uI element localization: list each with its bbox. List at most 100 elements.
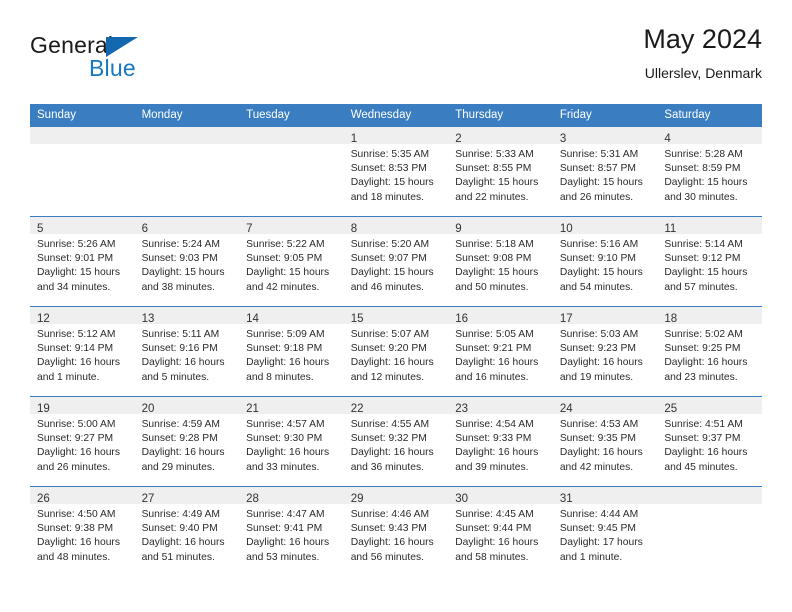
day-detail-line: Sunrise: 5:07 AM: [350, 329, 430, 340]
day-details: Sunrise: 5:31 AM Sunset: 8:57 PM Daylight:…: [553, 144, 658, 205]
calendar-day-cell[interactable]: 8 Sunrise: 5:20 AM Sunset: 9:07 PM Daylight…: [343, 216, 449, 307]
calendar-day-cell[interactable]: 20 Sunrise: 4:59 AM Sunset: 9:28 PM Dayligh…: [134, 396, 240, 487]
calendar-day-cell[interactable]: 14 Sunrise: 5:09 AM Sunset: 9:18 PM Dayligh…: [239, 306, 344, 397]
day-number: 10: [559, 223, 573, 235]
calendar-day-cell[interactable]: 16 Sunrise: 5:05 AM Sunset: 9:21 PM Dayligh…: [448, 306, 553, 397]
day-number-bar: 27: [134, 487, 240, 505]
day-number-bar: 16: [448, 307, 553, 325]
day-details: Sunrise: 5:12 AM Sunset: 9:14 PM Daylight:…: [30, 324, 135, 385]
day-detail-line: Sunrise: 4:51 AM: [664, 419, 743, 430]
day-detail-line: Sunset: 9:14 PM: [37, 343, 114, 355]
day-detail-line: Sunrise: 5:20 AM: [350, 239, 430, 250]
day-details: Sunrise: 4:44 AM Sunset: 9:45 PM Daylight:…: [553, 504, 658, 565]
calendar-day-cell[interactable]: 29 Sunrise: 4:46 AM Sunset: 9:43 PM Dayligh…: [343, 486, 449, 576]
calendar-day-cell[interactable]: 15 Sunrise: 5:07 AM Sunset: 9:20 PM Dayligh…: [343, 306, 449, 397]
day-detail-line: Sunset: 9:43 PM: [350, 523, 427, 535]
day-detail-line: and 56 minutes.: [350, 551, 424, 563]
day-detail-line: Sunset: 9:01 PM: [37, 253, 114, 265]
calendar-day-cell-empty: [657, 486, 762, 576]
calendar-day-cell[interactable]: 26 Sunrise: 4:50 AM Sunset: 9:38 PM Dayligh…: [30, 486, 135, 576]
calendar-day-cell[interactable]: 5 Sunrise: 5:26 AM Sunset: 9:01 PM Daylight…: [30, 216, 135, 307]
day-number: 3: [559, 133, 567, 145]
day-number-bar: 2: [448, 127, 553, 145]
calendar-day-cell[interactable]: 18 Sunrise: 5:02 AM Sunset: 9:25 PM Dayligh…: [657, 306, 762, 397]
calendar-day-cell[interactable]: 13 Sunrise: 5:11 AM Sunset: 9:16 PM Dayligh…: [134, 306, 240, 397]
day-detail-line: Daylight: 15 hours: [350, 177, 434, 189]
day-number-bar: 9: [448, 217, 553, 235]
calendar-day-cell[interactable]: 24 Sunrise: 4:53 AM Sunset: 9:35 PM Dayligh…: [552, 396, 658, 487]
calendar-day-cell[interactable]: 19 Sunrise: 5:00 AM Sunset: 9:27 PM Dayligh…: [30, 396, 135, 487]
day-detail-line: Sunrise: 4:46 AM: [350, 509, 430, 520]
day-detail-line: Sunrise: 4:45 AM: [455, 509, 534, 520]
day-detail-line: Daylight: 16 hours: [246, 357, 330, 369]
weekday-header-row: Sunday Monday Tuesday Wednesday Thursday…: [30, 104, 762, 127]
day-detail-line: Daylight: 16 hours: [559, 357, 643, 369]
day-details: Sunrise: 5:03 AM Sunset: 9:23 PM Daylight:…: [553, 324, 658, 385]
day-number: 8: [350, 223, 358, 235]
day-detail-line: Sunset: 9:37 PM: [664, 433, 741, 445]
day-detail-line: Sunrise: 5:12 AM: [37, 329, 116, 340]
day-details: Sunrise: 5:28 AM Sunset: 8:59 PM Daylight:…: [657, 144, 762, 205]
calendar-week-row: 26 Sunrise: 4:50 AM Sunset: 9:38 PM Dayligh…: [30, 486, 762, 576]
calendar-day-cell[interactable]: 25 Sunrise: 4:51 AM Sunset: 9:37 PM Dayligh…: [657, 396, 762, 487]
calendar-day-cell[interactable]: 6 Sunrise: 5:24 AM Sunset: 9:03 PM Daylight…: [134, 216, 240, 307]
calendar-day-cell[interactable]: 30 Sunrise: 4:45 AM Sunset: 9:44 PM Dayligh…: [448, 486, 553, 576]
day-number-bar: [239, 127, 344, 144]
day-detail-line: Sunrise: 4:53 AM: [559, 419, 639, 430]
calendar-day-cell[interactable]: 3 Sunrise: 5:31 AM Sunset: 8:57 PM Daylight…: [552, 126, 658, 217]
calendar-day-cell[interactable]: 2 Sunrise: 5:33 AM Sunset: 8:55 PM Daylight…: [448, 126, 553, 217]
day-detail-line: Sunrise: 4:59 AM: [141, 419, 220, 430]
day-detail-line: Sunrise: 5:28 AM: [664, 149, 743, 160]
weekday-header-thursday: Thursday: [448, 104, 553, 127]
day-details: Sunrise: 4:50 AM Sunset: 9:38 PM Daylight:…: [30, 504, 135, 565]
calendar-day-cell[interactable]: 28 Sunrise: 4:47 AM Sunset: 9:41 PM Dayligh…: [239, 486, 344, 576]
day-number-bar: 30: [448, 487, 553, 505]
day-detail-line: Sunset: 8:57 PM: [559, 163, 636, 175]
day-number: 13: [141, 313, 155, 325]
calendar-day-cell-empty: [30, 126, 135, 217]
calendar-day-cell[interactable]: 31 Sunrise: 4:44 AM Sunset: 9:45 PM Dayligh…: [552, 486, 658, 576]
day-detail-line: and 29 minutes.: [141, 461, 215, 473]
calendar-day-cell[interactable]: 23 Sunrise: 4:54 AM Sunset: 9:33 PM Dayligh…: [448, 396, 553, 487]
day-detail-line: and 42 minutes.: [246, 281, 320, 293]
day-detail-line: Daylight: 16 hours: [350, 447, 434, 459]
calendar-day-cell[interactable]: 9 Sunrise: 5:18 AM Sunset: 9:08 PM Daylight…: [448, 216, 553, 307]
logo-triangle-icon: [106, 37, 138, 57]
calendar-day-cell[interactable]: 22 Sunrise: 4:55 AM Sunset: 9:32 PM Dayligh…: [343, 396, 449, 487]
calendar-day-cell[interactable]: 1 Sunrise: 5:35 AM Sunset: 8:53 PM Daylight…: [343, 126, 449, 217]
day-detail-line: Sunset: 9:25 PM: [664, 343, 741, 355]
day-detail-line: Sunrise: 5:14 AM: [664, 239, 743, 250]
calendar-day-cell[interactable]: 7 Sunrise: 5:22 AM Sunset: 9:05 PM Daylight…: [239, 216, 344, 307]
day-details: Sunrise: 4:57 AM Sunset: 9:30 PM Daylight:…: [239, 414, 344, 475]
day-detail-line: Daylight: 16 hours: [37, 357, 120, 369]
day-detail-line: Daylight: 16 hours: [350, 537, 434, 549]
calendar-day-cell[interactable]: 21 Sunrise: 4:57 AM Sunset: 9:30 PM Dayligh…: [239, 396, 344, 487]
day-detail-line: Daylight: 16 hours: [559, 447, 643, 459]
day-number: 24: [559, 403, 573, 415]
day-detail-line: Daylight: 16 hours: [141, 537, 225, 549]
calendar-day-cell[interactable]: 4 Sunrise: 5:28 AM Sunset: 8:59 PM Daylight…: [657, 126, 762, 217]
day-number-bar: 8: [343, 217, 449, 235]
day-number-bar: 20: [134, 397, 240, 415]
day-detail-line: Sunset: 8:55 PM: [455, 163, 532, 175]
day-details: Sunrise: 5:24 AM Sunset: 9:03 PM Daylight:…: [135, 234, 240, 295]
calendar-day-cell[interactable]: 12 Sunrise: 5:12 AM Sunset: 9:14 PM Dayligh…: [30, 306, 135, 397]
day-number-bar: 19: [30, 397, 135, 415]
day-details: Sunrise: 5:26 AM Sunset: 9:01 PM Daylight:…: [30, 234, 135, 295]
day-detail-line: Sunset: 9:35 PM: [559, 433, 636, 445]
calendar-day-cell[interactable]: 27 Sunrise: 4:49 AM Sunset: 9:40 PM Dayligh…: [134, 486, 240, 576]
day-detail-line: Daylight: 15 hours: [559, 177, 643, 189]
day-detail-line: Daylight: 15 hours: [664, 267, 748, 279]
calendar-grid: Sunday Monday Tuesday Wednesday Thursday…: [30, 104, 762, 576]
weekday-header-wednesday: Wednesday: [343, 104, 449, 127]
day-details: Sunrise: 4:59 AM Sunset: 9:28 PM Daylight:…: [135, 414, 240, 475]
day-detail-line: Daylight: 15 hours: [141, 267, 225, 279]
day-detail-line: Sunrise: 4:57 AM: [246, 419, 325, 430]
day-detail-line: and 39 minutes.: [455, 461, 529, 473]
day-detail-line: and 48 minutes.: [37, 551, 111, 563]
calendar-day-cell[interactable]: 17 Sunrise: 5:03 AM Sunset: 9:23 PM Dayligh…: [552, 306, 658, 397]
day-number: 1: [350, 133, 358, 145]
calendar-day-cell[interactable]: 11 Sunrise: 5:14 AM Sunset: 9:12 PM Dayligh…: [657, 216, 762, 307]
calendar-day-cell[interactable]: 10 Sunrise: 5:16 AM Sunset: 9:10 PM Dayligh…: [552, 216, 658, 307]
day-details: [239, 144, 344, 148]
